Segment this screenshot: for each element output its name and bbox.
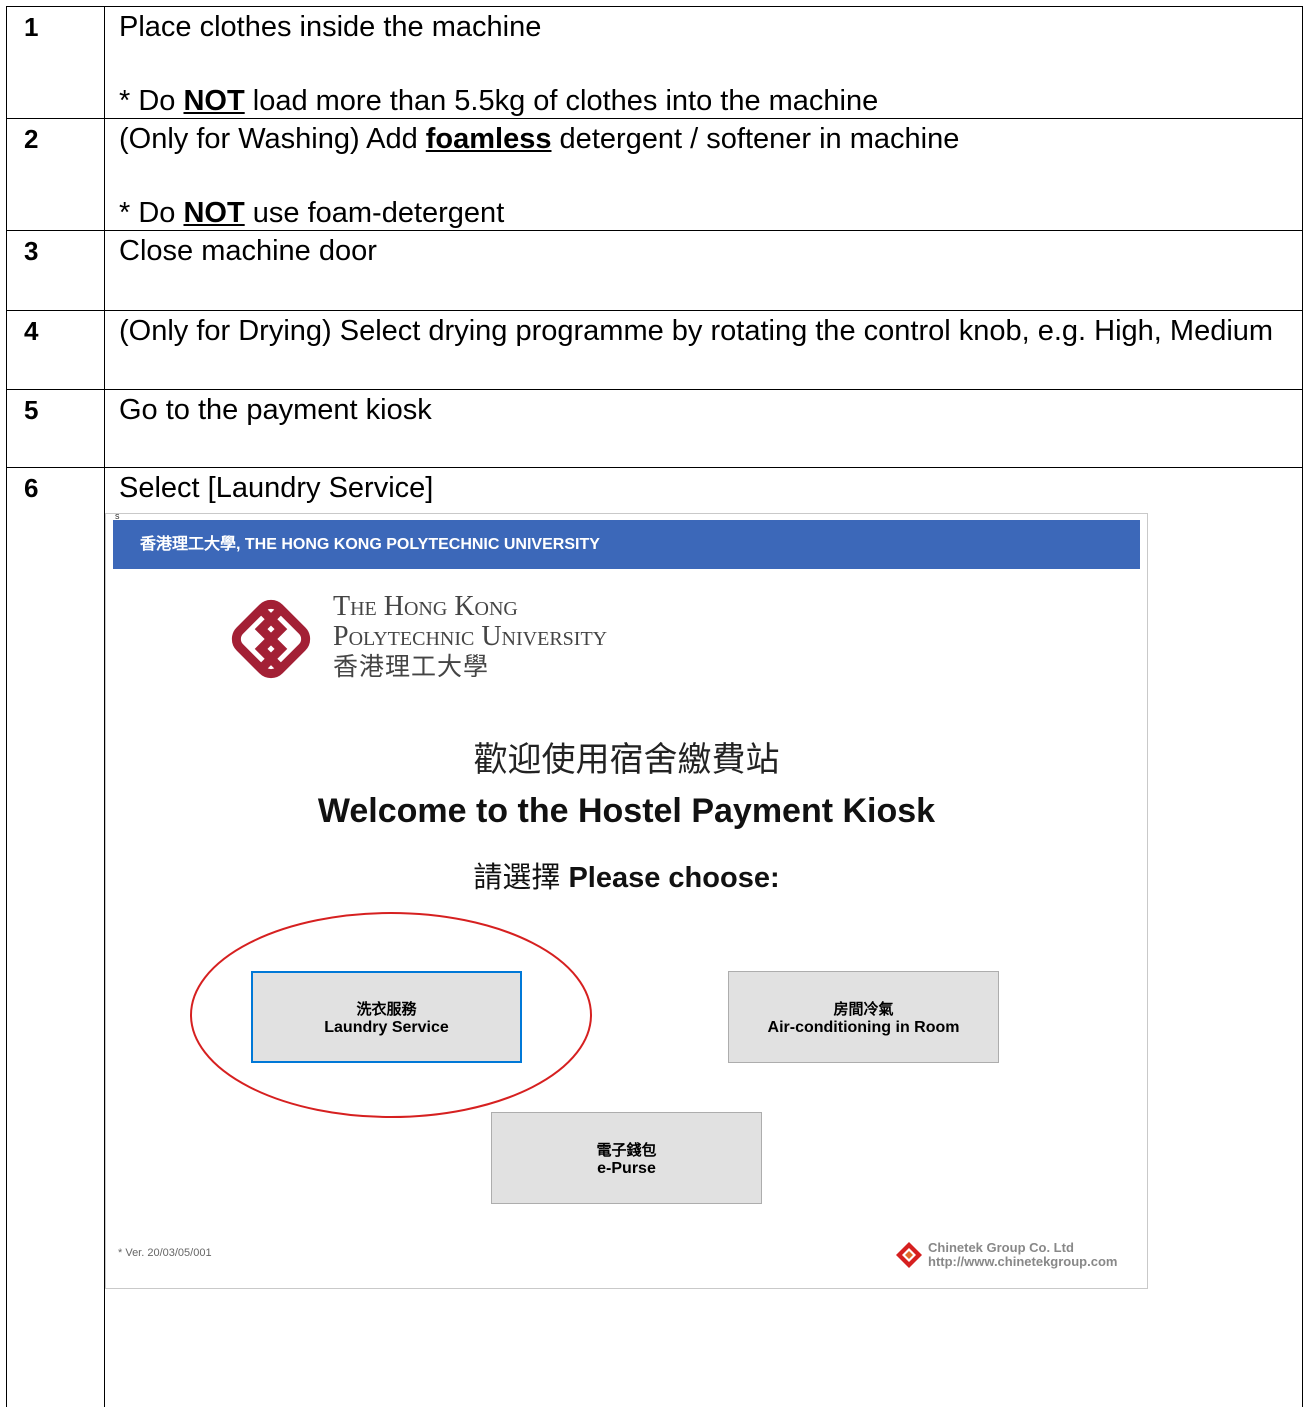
button-label-en: Laundry Service: [324, 1019, 449, 1037]
choose-prompt: 請選擇 Please choose:: [106, 854, 1147, 896]
step-row-4: 4 (Only for Drying) Select drying progra…: [7, 311, 1303, 390]
air-conditioning-button[interactable]: 房間冷氣 Air-conditioning in Room: [728, 971, 999, 1063]
step-instruction: Close machine door: [105, 231, 1303, 311]
step-instruction: Place clothes inside the machine: [119, 11, 1302, 44]
kiosk-header-bar: 香港理工大學, THE HONG KONG POLYTECHNIC UNIVER…: [113, 520, 1140, 569]
button-label-cn: 房間冷氣: [833, 998, 893, 1019]
button-label-cn: 洗衣服務: [356, 998, 416, 1019]
e-purse-button[interactable]: 電子錢包 e-Purse: [491, 1112, 762, 1204]
polyu-logo: The Hong Kong Polytechnic University 香港理…: [221, 589, 761, 689]
step-number: 5: [7, 390, 105, 468]
step-instruction: (Only for Drying) Select drying programm…: [105, 311, 1303, 390]
step-number: 4: [7, 311, 105, 390]
logo-line-3: 香港理工大學: [333, 652, 607, 682]
step-row-2: 2 (Only for Washing) Add foamless deterg…: [7, 119, 1303, 231]
step-row-3: 3 Close machine door: [7, 231, 1303, 311]
button-label-cn: 電子錢包: [596, 1139, 656, 1160]
laundry-service-button[interactable]: 洗衣服務 Laundry Service: [251, 971, 522, 1063]
step-text: Place clothes inside the machine * Do NO…: [105, 7, 1303, 119]
chinetek-logo-icon: [894, 1240, 924, 1270]
step-row-5: 5 Go to the payment kiosk: [7, 390, 1303, 468]
polyu-wordmark: The Hong Kong Polytechnic University 香港理…: [333, 592, 607, 682]
step-instruction: (Only for Washing) Add foamless detergen…: [119, 123, 1302, 156]
logo-line-2: Polytechnic University: [333, 622, 607, 652]
welcome-title-cn: 歡迎使用宿舍繳費站: [106, 732, 1147, 781]
polyu-emblem-icon: [221, 589, 321, 689]
step-text: (Only for Washing) Add foamless detergen…: [105, 119, 1303, 231]
step-row-1: 1 Place clothes inside the machine * Do …: [7, 7, 1303, 119]
step-note: * Do NOT use foam-detergent: [119, 197, 1302, 230]
welcome-title-en: Welcome to the Hostel Payment Kiosk: [106, 792, 1147, 831]
vendor-name: Chinetek Group Co. Ltd: [928, 1241, 1117, 1255]
step-number: 3: [7, 231, 105, 311]
kiosk-screenshot: s 香港理工大學, THE HONG KONG POLYTECHNIC UNIV…: [105, 513, 1148, 1289]
vendor-credit: Chinetek Group Co. Ltd http://www.chinet…: [894, 1240, 1117, 1270]
button-label-en: Air-conditioning in Room: [768, 1019, 960, 1037]
step-instruction: Go to the payment kiosk: [105, 390, 1303, 468]
step-note: * Do NOT load more than 5.5kg of clothes…: [119, 85, 1302, 118]
step-number: 6: [7, 468, 105, 1407]
logo-line-1: The Hong Kong: [333, 592, 607, 622]
button-label-en: e-Purse: [597, 1160, 656, 1178]
step-number: 2: [7, 119, 105, 231]
step-number: 1: [7, 7, 105, 119]
vendor-url: http://www.chinetekgroup.com: [928, 1255, 1117, 1269]
version-label: * Ver. 20/03/05/001: [118, 1247, 212, 1259]
